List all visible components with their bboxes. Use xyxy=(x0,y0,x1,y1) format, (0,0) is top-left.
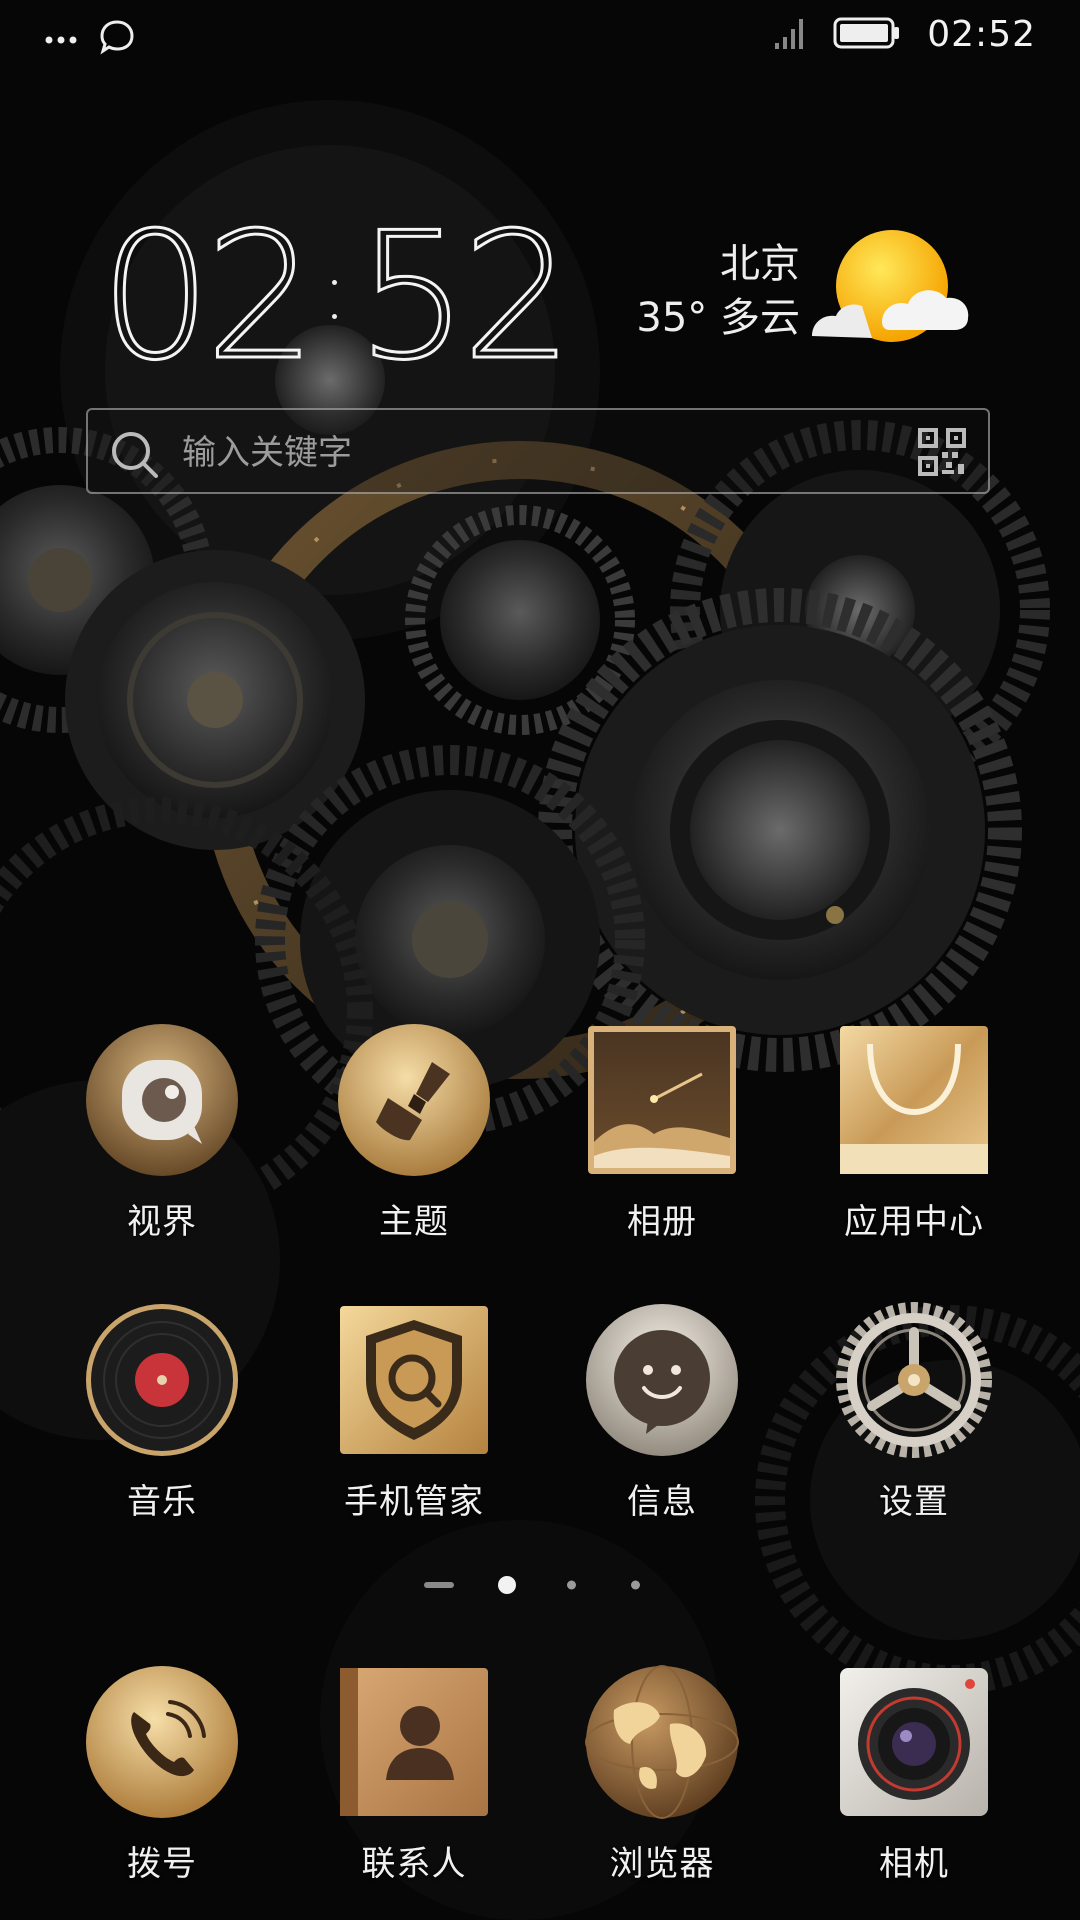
app-camera[interactable]: 相机 xyxy=(794,1664,1034,1894)
message-smile-icon xyxy=(584,1302,740,1458)
app-label: 视界 xyxy=(127,1202,197,1242)
page-dot-4[interactable] xyxy=(631,1580,640,1590)
app-label: 主题 xyxy=(379,1202,449,1242)
weather-temp: 35° 多云 xyxy=(636,295,800,341)
status-time: 02:52 xyxy=(927,14,1036,55)
app-theme[interactable]: 主题 xyxy=(294,1022,534,1252)
qr-scan-icon[interactable] xyxy=(918,428,966,480)
app-label: 联系人 xyxy=(361,1844,467,1884)
page-dot-2-current[interactable] xyxy=(498,1576,516,1594)
app-store[interactable]: 应用中心 xyxy=(794,1022,1034,1252)
theme-brush-icon xyxy=(336,1022,492,1178)
app-label: 信息 xyxy=(627,1482,697,1522)
weather-widget[interactable]: 北京 35° 多云 xyxy=(636,240,800,348)
chat-bubble-icon xyxy=(98,18,136,60)
app-browser[interactable]: 浏览器 xyxy=(542,1664,782,1894)
app-store-bag-icon xyxy=(836,1022,992,1178)
clock-colon xyxy=(329,258,339,338)
phone-icon xyxy=(84,1664,240,1820)
gallery-icon xyxy=(584,1022,740,1178)
signal-icon xyxy=(773,15,807,55)
app-label: 设置 xyxy=(879,1482,949,1522)
clock-minute: 52 xyxy=(355,196,575,399)
settings-gear-icon xyxy=(836,1302,992,1458)
app-label: 相册 xyxy=(627,1202,697,1242)
camera-lens-icon xyxy=(836,1664,992,1820)
app-label: 手机管家 xyxy=(344,1482,484,1522)
app-label: 相机 xyxy=(879,1844,949,1884)
search-input[interactable] xyxy=(180,428,884,478)
search-icon[interactable] xyxy=(110,430,160,484)
app-messages[interactable]: 信息 xyxy=(542,1302,782,1532)
sun-cloud-icon[interactable] xyxy=(812,226,972,360)
contacts-book-icon xyxy=(336,1664,492,1820)
security-shield-icon xyxy=(336,1302,492,1458)
app-music[interactable]: 音乐 xyxy=(42,1302,282,1532)
page-dot-1[interactable] xyxy=(424,1582,454,1588)
vinyl-record-icon xyxy=(84,1302,240,1458)
app-dialer[interactable]: 拨号 xyxy=(42,1664,282,1894)
app-label: 应用中心 xyxy=(844,1202,984,1242)
status-bar: 02:52 xyxy=(0,0,1080,80)
app-label: 拨号 xyxy=(127,1844,197,1884)
app-contacts[interactable]: 联系人 xyxy=(294,1664,534,1894)
vision-icon xyxy=(84,1022,240,1178)
app-label: 浏览器 xyxy=(609,1844,715,1884)
weather-city: 北京 xyxy=(720,241,800,287)
app-vision[interactable]: 视界 xyxy=(42,1022,282,1252)
page-indicator[interactable] xyxy=(0,1574,1080,1596)
clock-hour: 02 xyxy=(99,196,319,399)
page-dot-3[interactable] xyxy=(567,1580,576,1590)
app-settings[interactable]: 设置 xyxy=(794,1302,1034,1532)
search-bar[interactable] xyxy=(86,408,990,494)
app-label: 音乐 xyxy=(127,1482,197,1522)
app-gallery[interactable]: 相册 xyxy=(542,1022,782,1252)
clock-widget[interactable]: 02 52 xyxy=(99,196,575,399)
app-phone-manager[interactable]: 手机管家 xyxy=(294,1302,534,1532)
globe-icon xyxy=(584,1664,740,1820)
battery-icon xyxy=(833,17,901,53)
more-dots-icon xyxy=(44,30,78,49)
